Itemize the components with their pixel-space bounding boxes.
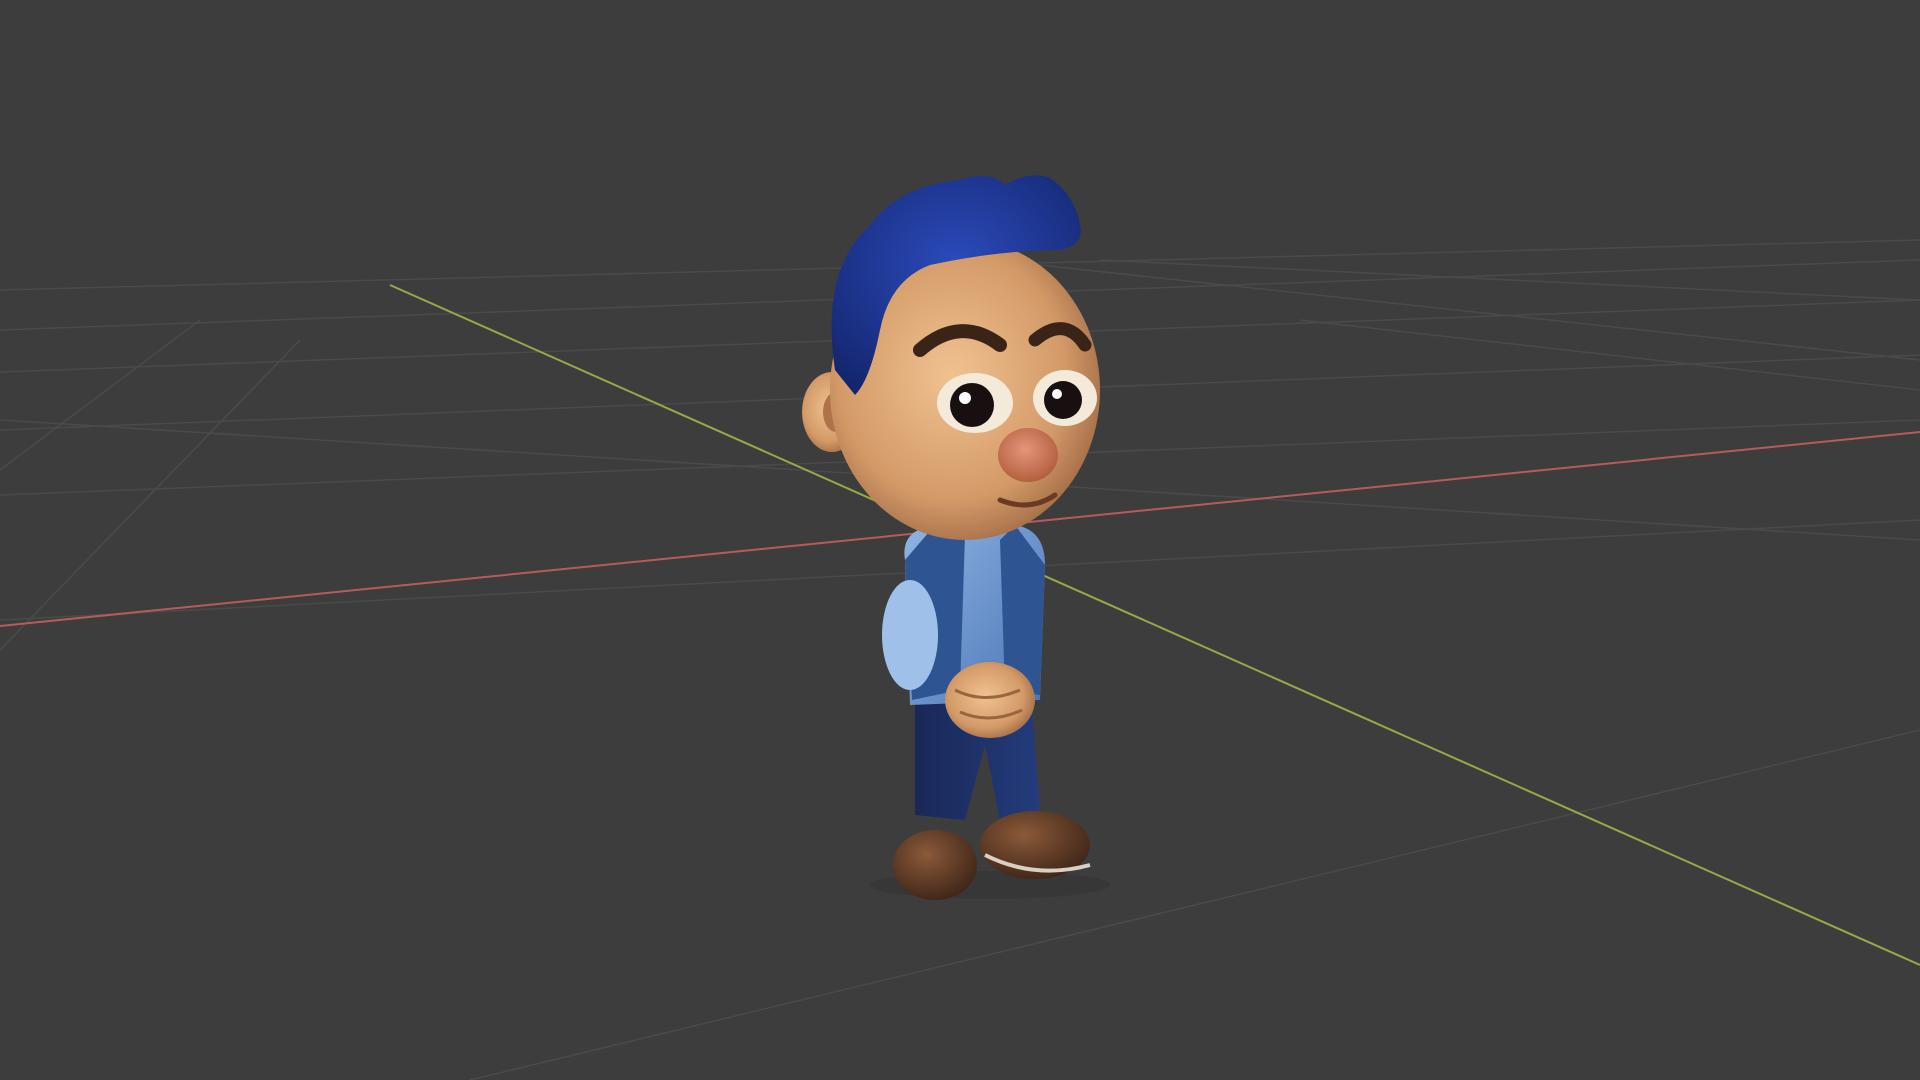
right-eye [1044, 381, 1082, 419]
left-eye [950, 383, 994, 427]
nose [998, 428, 1058, 482]
y-axis-line [389, 284, 1920, 966]
cartoon-boy-model[interactable] [802, 175, 1110, 900]
hands [945, 662, 1035, 738]
left-boot [893, 830, 977, 900]
3d-viewport[interactable] [0, 0, 1920, 1080]
